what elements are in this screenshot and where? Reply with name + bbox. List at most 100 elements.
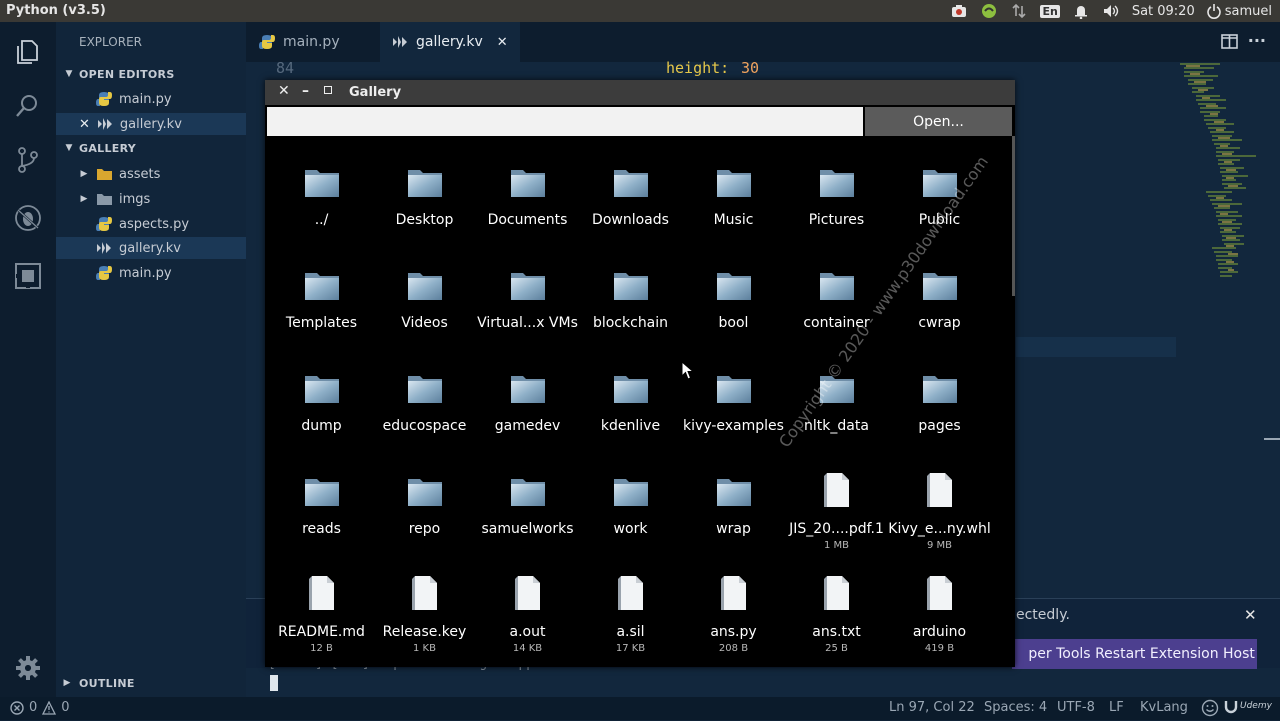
folder-item[interactable]: repo [373, 470, 476, 573]
folder-item[interactable]: kivy-examples [682, 367, 785, 470]
sync-status-icon[interactable] [980, 3, 998, 19]
more-actions-icon[interactable]: ··· [1248, 31, 1266, 50]
folder-icon [920, 367, 960, 407]
language-mode[interactable]: KvLang [1140, 700, 1188, 715]
open-editor-item-gallery-kv[interactable]: ✕ gallery.kv [56, 113, 246, 135]
extensions-icon[interactable] [14, 262, 42, 290]
volume-icon[interactable] [1102, 3, 1120, 19]
source-control-icon[interactable] [14, 146, 42, 174]
restart-extension-host-button[interactable]: Restart Extension Host [1093, 639, 1257, 669]
folder-item[interactable]: kdenlive [579, 367, 682, 470]
item-name: gamedev [494, 418, 561, 434]
close-icon[interactable]: ✕ [1244, 606, 1257, 624]
folder-item[interactable]: wrap [682, 470, 785, 573]
smiley-icon[interactable] [1201, 699, 1219, 721]
minimap[interactable] [1176, 62, 1266, 292]
keyboard-layout-indicator[interactable]: En [1040, 4, 1060, 18]
folder-item[interactable]: dump [270, 367, 373, 470]
folder-item[interactable]: Videos [373, 264, 476, 367]
search-icon[interactable] [14, 92, 42, 120]
split-editor-icon[interactable] [1221, 34, 1238, 53]
python-icon [259, 34, 275, 50]
maximize-icon[interactable] [324, 86, 332, 94]
tree-item-aspects-py[interactable]: aspects.py [56, 213, 246, 235]
gallery-window: ✕ – Gallery Open... ../ Desktop Documents D… [265, 80, 1015, 667]
minimize-icon[interactable]: – [302, 83, 309, 99]
file-icon [508, 573, 548, 613]
tab-gallery-kv[interactable]: gallery.kv ✕ [380, 22, 520, 62]
tree-item-imgs[interactable]: ▶ imgs [56, 188, 246, 210]
python-icon [96, 216, 112, 232]
folder-item[interactable]: Templates [270, 264, 373, 367]
item-name: Documents [487, 212, 568, 228]
folder-item[interactable]: work [579, 470, 682, 573]
clock[interactable]: Sat 09:20 [1132, 4, 1195, 19]
tree-item-label: gallery.kv [119, 240, 181, 256]
file-item[interactable]: Kivy_e...ny.whl 9 MB [888, 470, 991, 573]
open-editors-section[interactable]: ▼ OPEN EDITORS [56, 63, 246, 85]
file-item[interactable]: a.sil 17 KB [579, 573, 682, 676]
tree-item-assets[interactable]: ▶ assets [56, 163, 246, 185]
file-item[interactable]: Release.key 1 KB [373, 573, 476, 676]
folder-item[interactable]: pages [888, 367, 991, 470]
folder-item[interactable]: reads [270, 470, 373, 573]
item-size: 17 KB [615, 643, 646, 654]
folder-item[interactable]: Pictures [785, 161, 888, 264]
tab-main-py[interactable]: main.py [246, 22, 380, 62]
folder-item[interactable]: samuelworks [476, 470, 579, 573]
debug-icon[interactable] [14, 204, 42, 232]
gallery-titlebar[interactable]: ✕ – Gallery [265, 80, 1015, 105]
folder-item[interactable]: blockchain [579, 264, 682, 367]
folder-icon [508, 470, 548, 510]
line-ending[interactable]: LF [1109, 700, 1124, 715]
tree-item-gallery-kv[interactable]: gallery.kv [56, 237, 246, 259]
warning-icon [42, 700, 57, 715]
problems-indicator[interactable]: 0 0 [10, 700, 70, 715]
item-name: work [613, 521, 648, 537]
open-button[interactable]: Open... [865, 107, 1012, 136]
udemy-logo-icon [1224, 701, 1238, 714]
folder-item[interactable]: educospace [373, 367, 476, 470]
path-input[interactable] [267, 107, 863, 136]
network-arrows-icon[interactable] [1010, 3, 1028, 19]
file-item[interactable]: ans.py 208 B [682, 573, 785, 676]
folder-item[interactable]: Downloads [579, 161, 682, 264]
cursor-position[interactable]: Ln 97, Col 22 [889, 700, 975, 715]
item-name: ans.py [710, 624, 757, 640]
file-icon [405, 573, 445, 613]
folder-item[interactable]: ../ [270, 161, 373, 264]
folder-item[interactable]: Music [682, 161, 785, 264]
file-item[interactable]: JIS_20....pdf.1 1 MB [785, 470, 888, 573]
folder-icon [714, 367, 754, 407]
camera-icon[interactable] [950, 3, 968, 19]
gear-icon[interactable] [14, 654, 42, 682]
tree-item-main-py[interactable]: main.py [56, 262, 246, 284]
item-name: Pictures [808, 212, 865, 228]
folder-item[interactable]: Virtual...x VMs [476, 264, 579, 367]
folder-item[interactable]: gamedev [476, 367, 579, 470]
gallery-title: Gallery [349, 85, 402, 100]
outline-section[interactable]: ▶ OUTLINE [56, 672, 246, 694]
file-item[interactable]: ans.txt 25 B [785, 573, 888, 676]
user-menu[interactable]: samuel [1206, 3, 1272, 19]
folder-item[interactable]: Documents [476, 161, 579, 264]
encoding[interactable]: UTF-8 [1057, 700, 1095, 715]
folder-item[interactable]: bool [682, 264, 785, 367]
bell-icon[interactable] [1072, 3, 1090, 19]
file-item[interactable]: README.md 12 B [270, 573, 373, 676]
folder-icon [405, 367, 445, 407]
close-icon[interactable]: ✕ [278, 83, 290, 99]
item-size: 25 B [825, 643, 848, 654]
udemy-watermark: Udemy [1224, 698, 1272, 714]
file-item[interactable]: a.out 14 KB [476, 573, 579, 676]
project-section[interactable]: ▼ GALLERY [56, 137, 246, 159]
gallery-scrollbar[interactable] [1012, 136, 1015, 296]
close-icon[interactable]: ✕ [497, 35, 508, 50]
open-editor-item-main-py[interactable]: main.py [56, 88, 246, 110]
indentation[interactable]: Spaces: 4 [984, 700, 1047, 715]
file-item[interactable]: arduino 419 B [888, 573, 991, 676]
files-icon[interactable] [14, 38, 42, 66]
close-icon[interactable]: ✕ [79, 117, 90, 132]
folder-item[interactable]: Desktop [373, 161, 476, 264]
item-name: pages [918, 418, 961, 434]
